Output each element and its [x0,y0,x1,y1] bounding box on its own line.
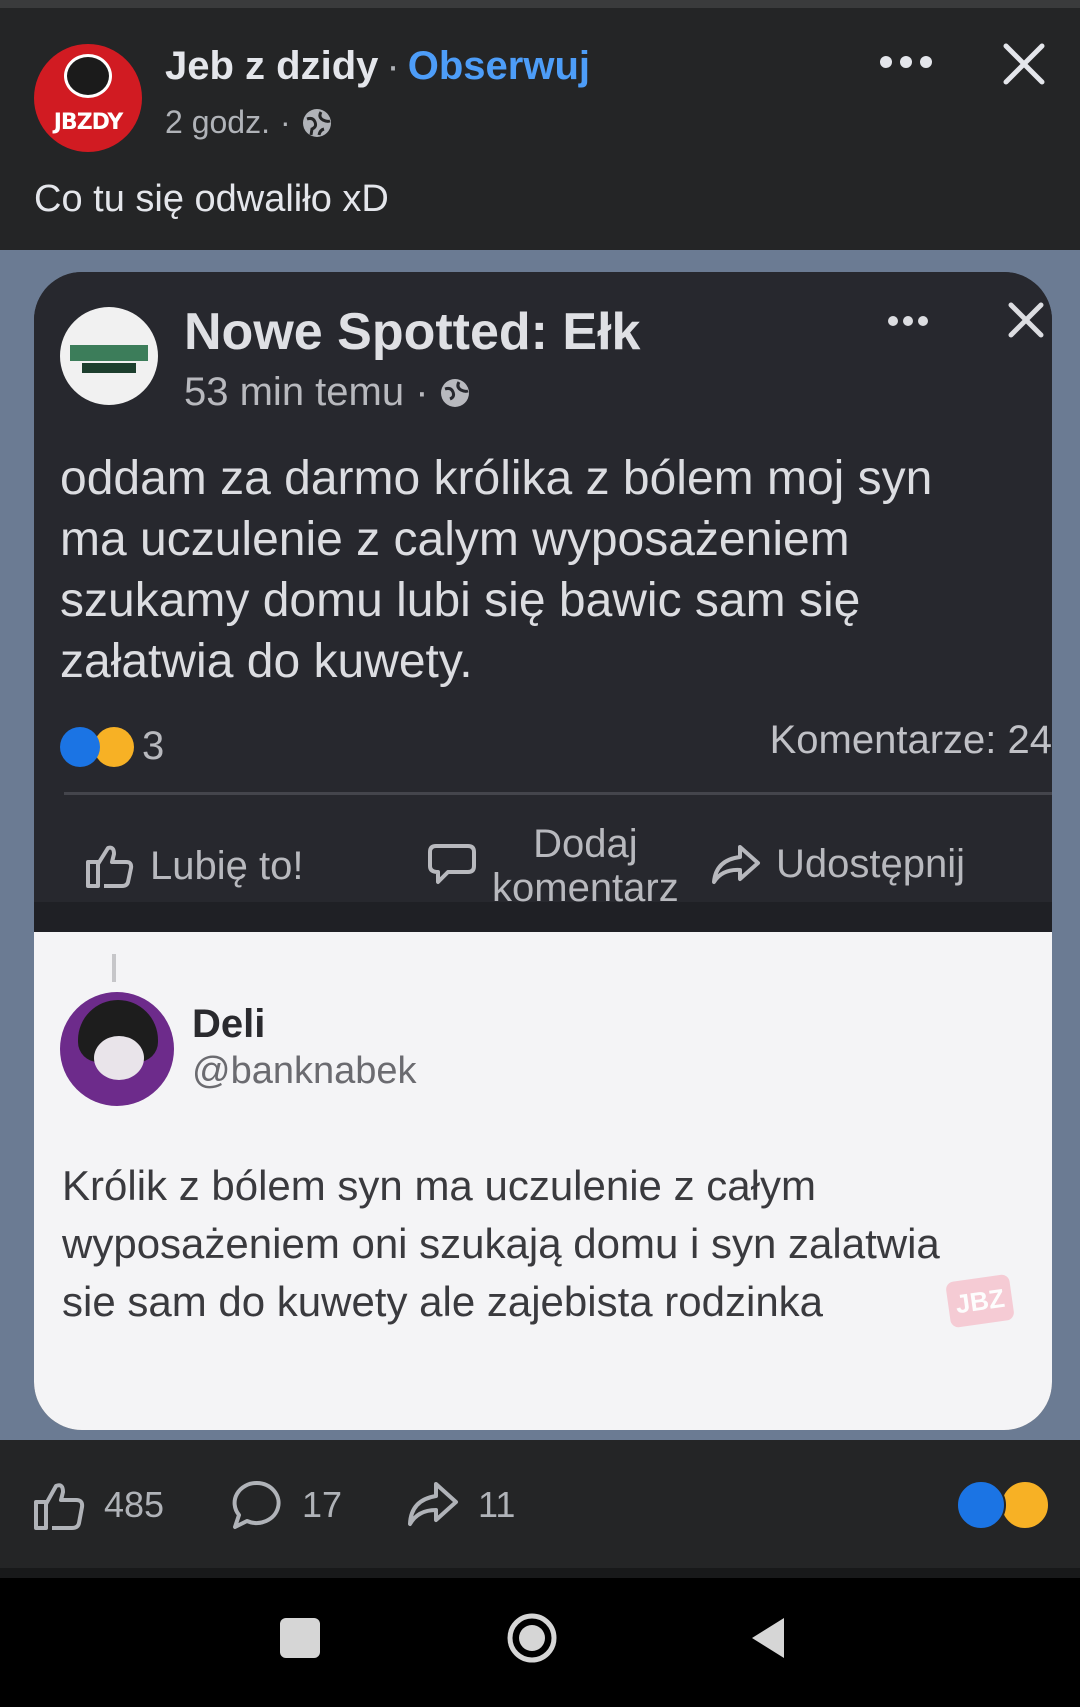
embedded-share-action: Udostępnij [710,842,965,887]
post-image[interactable]: Nowe Spotted: Ełk 53 min temu · oddam za… [0,250,1080,1440]
footer-separator [0,1568,1080,1578]
haha-reaction-icon [94,726,134,767]
reactions-summary[interactable] [956,1480,1050,1530]
close-icon [1008,302,1044,338]
embedded-reactions: 3 [60,724,164,769]
haha-reaction-icon [1000,1480,1050,1530]
embedded-comment-label: Dodaj komentarz [492,822,679,910]
share-icon [408,1482,458,1526]
like-button[interactable]: 485 [32,1478,164,1532]
tweet-avatar [60,992,174,1106]
embedded-divider [64,792,1052,795]
more-icon [888,316,928,326]
more-icon[interactable] [878,54,934,70]
post-footer: 485 17 11 [0,1440,1080,1568]
embedded-screenshot: Nowe Spotted: Ełk 53 min temu · oddam za… [34,272,1052,1430]
post-header-title: Jeb z dzidy · Obserwuj [165,44,590,89]
embedded-tweet: Deli @banknabek Królik z bólem syn ma uc… [34,932,1052,1430]
embedded-gap [34,902,1052,932]
embedded-like-label: Lubię to! [150,843,304,888]
title-separator: · [386,44,400,88]
post-caption: Co tu się odwaliło xD [34,178,389,220]
embedded-comment-action: Dodaj komentarz [426,822,679,910]
jbzdy-watermark: JBZ [945,1273,1015,1329]
android-nav-bar [0,1578,1080,1707]
tweet-author-name: Deli [192,1002,266,1046]
like-reaction-icon [956,1480,1006,1530]
meta-separator: · [279,104,291,140]
follow-button[interactable]: Obserwuj [408,44,590,88]
share-count: 11 [478,1484,516,1525]
embedded-post: Nowe Spotted: Ełk 53 min temu · oddam za… [34,272,1052,992]
tweet-author-handle: @banknabek [192,1050,417,1092]
embedded-comment-count: Komentarze: 24 [769,718,1052,762]
comment-count: 17 [302,1484,343,1525]
top-divider [0,0,1080,8]
like-icon [34,1483,85,1530]
embedded-post-meta: 53 min temu · [184,370,471,415]
share-icon [712,844,760,884]
page-name[interactable]: Jeb z dzidy [165,44,378,88]
thread-line [112,954,116,982]
globe-icon [302,108,331,137]
post-meta: 2 godz. · [165,104,333,141]
share-button[interactable]: 11 [406,1478,515,1532]
globe-icon [440,378,469,407]
embedded-post-time: 53 min temu · [184,370,429,414]
tweet-body: Królik z bólem syn ma uczulenie z całym … [62,1162,940,1325]
embedded-share-label: Udostępnij [776,842,966,886]
comment-icon [232,1480,281,1529]
page-avatar[interactable]: JBZDY [34,44,142,152]
back-icon[interactable] [748,1614,788,1662]
recent-apps-icon[interactable] [280,1618,320,1658]
monkey-logo-icon [64,54,112,98]
embedded-like-action: Lubię to! [84,842,303,890]
avatar-logo-text: JBZDY [53,110,124,135]
like-icon [86,845,134,888]
embedded-reaction-count: 3 [142,724,165,768]
comment-icon [428,844,476,884]
like-count: 485 [104,1484,165,1525]
close-icon[interactable] [1000,40,1048,88]
like-reaction-icon [60,726,100,767]
home-icon[interactable] [506,1612,558,1664]
post-time[interactable]: 2 godz. [165,104,270,141]
embedded-page-avatar [60,307,158,405]
comment-button[interactable]: 17 [230,1478,342,1532]
embedded-post-body: oddam za darmo królika z bólem moj syn m… [60,452,933,688]
embedded-page-name: Nowe Spotted: Ełk [184,303,641,361]
